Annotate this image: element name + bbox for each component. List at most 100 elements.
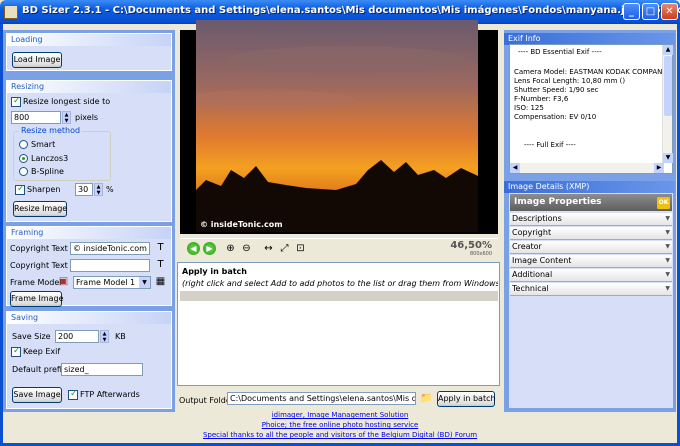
method-lanczos3-label: Lanczos3 — [31, 154, 69, 163]
keep-exif-checkbox[interactable] — [11, 346, 21, 357]
ftp-checkbox[interactable] — [68, 389, 78, 400]
maximize-button[interactable]: □ — [642, 3, 659, 20]
sunset-photo — [196, 20, 478, 232]
xmp-row-label: Additional — [512, 270, 553, 279]
exif-line: ISO: 125 — [514, 104, 544, 112]
zoom-level: 46,50% — [450, 240, 492, 251]
load-image-button[interactable]: Load Image — [12, 52, 62, 68]
resize-longest-label: Resize longest side to — [23, 97, 111, 106]
xmp-row-descriptions[interactable]: Descriptions ▼ — [510, 213, 672, 226]
xmp-row-label: Image Content — [512, 256, 572, 265]
image-dimensions: 800x600 — [469, 251, 492, 257]
resize-image-button[interactable]: Resize Image — [13, 201, 67, 217]
scroll-down-icon[interactable]: ▼ — [663, 153, 673, 163]
actual-size-icon[interactable]: ⊡ — [294, 242, 307, 255]
resize-method-legend: Resize method — [19, 126, 83, 135]
output-folder-input[interactable]: C:\Documents and Settings\elena.santos\M… — [227, 392, 416, 405]
thanks-link[interactable]: Special thanks to all the people and vis… — [180, 430, 500, 440]
method-lanczos3-radio[interactable] — [19, 154, 28, 163]
sharpen-checkbox[interactable] — [15, 184, 25, 195]
method-bspline-label: B-Spline — [31, 167, 64, 176]
sharpen-stepper[interactable]: ▲ ▼ — [94, 183, 103, 196]
next-icon[interactable]: ▶ — [203, 242, 216, 255]
xmp-row-label: Descriptions — [512, 214, 562, 223]
xmp-row-additional[interactable]: Additional ▼ — [510, 269, 672, 282]
previous-icon[interactable]: ◀ — [187, 242, 200, 255]
ftp-label: FTP Afterwards — [80, 390, 140, 399]
frame-model-select[interactable]: Frame Model 1 ▼ — [73, 276, 151, 289]
exif-line: ---- Full Exif ---- — [524, 141, 576, 149]
frame-image-button[interactable]: Frame Image — [10, 291, 64, 307]
color-picker-icon[interactable]: ▦ — [155, 276, 166, 287]
image-properties-label: Image Properties — [514, 197, 602, 207]
xmp-header: Image Details (XMP) — [504, 181, 675, 193]
scroll-right-icon[interactable]: ▶ — [654, 163, 664, 173]
exif-info-box[interactable]: ---- BD Essential Exif ---- Camera Model… — [509, 44, 673, 174]
minimize-button[interactable]: _ — [623, 3, 640, 20]
resize-longest-checkbox[interactable] — [11, 96, 21, 107]
prefix-input[interactable]: sized_ — [61, 363, 143, 376]
scroll-thumb[interactable] — [664, 56, 672, 116]
chevron-down-icon: ▼ — [139, 277, 150, 288]
chevron-down-icon: ▼ — [665, 215, 670, 222]
exif-line: F-Number: F3,6 — [514, 95, 569, 103]
preview-toolbar: ◀ ▶ ⊕ ⊖ ↔ ⤢ ⊡ 46,50% 800x600 — [180, 238, 498, 258]
batch-list[interactable]: Apply in batch (right click and select A… — [177, 262, 500, 386]
method-bspline-radio[interactable] — [19, 167, 28, 176]
xmp-row-label: Copyright — [512, 228, 552, 237]
xmp-row-technical[interactable]: Technical ▼ — [510, 283, 672, 296]
fit-width-icon[interactable]: ↔ — [262, 242, 275, 255]
method-smart-label: Smart — [31, 140, 56, 149]
footer-links: idimager, Image Management Solution Phoi… — [180, 410, 500, 440]
ok-badge[interactable]: OK — [657, 197, 670, 209]
xmp-row-copyright[interactable]: Copyright ▼ — [510, 227, 672, 240]
batch-title: Apply in batch — [182, 267, 247, 276]
resizing-group: Resizing Resize longest side to 800 ▲▼ p… — [6, 80, 172, 222]
xmp-row-creator[interactable]: Creator ▼ — [510, 241, 672, 254]
phoice-link[interactable]: Phoice; the free online photo hosting se… — [180, 420, 500, 430]
batch-hint: (right click and select Add to add photo… — [182, 279, 498, 288]
chevron-down-icon: ▼ — [665, 229, 670, 236]
exif-vertical-scrollbar[interactable]: ▲ ▼ — [662, 45, 673, 163]
text-tool-2-icon[interactable]: T — [155, 259, 166, 270]
save-image-button[interactable]: Save Image — [12, 387, 62, 403]
framing-header: Framing — [7, 227, 171, 239]
scroll-up-icon[interactable]: ▲ — [663, 45, 673, 55]
exif-line: Shutter Speed: 1/90 sec — [514, 86, 599, 94]
loading-group: Loading Load Image — [6, 33, 172, 71]
sharpen-label: Sharpen — [27, 185, 61, 194]
save-size-input[interactable]: 200 — [55, 330, 99, 343]
copyright2-input[interactable] — [70, 259, 150, 272]
scroll-left-icon[interactable]: ◀ — [510, 163, 520, 173]
batch-list-header — [180, 291, 498, 301]
sharpen-unit: % — [106, 185, 114, 194]
framing-group: Framing Copyright Text © insideTonic.com… — [6, 226, 172, 307]
folder-icon[interactable]: 📁 — [420, 393, 432, 404]
fit-page-icon[interactable]: ⤢ — [278, 242, 291, 255]
sharpen-input[interactable]: 30 — [75, 183, 93, 196]
image-properties-title: Image Properties OK — [510, 194, 672, 211]
method-smart-radio[interactable] — [19, 140, 28, 149]
zoom-in-icon[interactable]: ⊕ — [224, 242, 237, 255]
frame-icon[interactable]: ▣ — [58, 276, 69, 287]
copyright-input[interactable]: © insideTonic.com — [70, 242, 150, 255]
save-size-stepper[interactable]: ▲ ▼ — [100, 330, 109, 343]
chevron-down-icon: ▼ — [665, 257, 670, 264]
apply-in-batch-button[interactable]: Apply in batch — [437, 391, 496, 407]
close-button[interactable]: ✕ — [661, 3, 678, 20]
zoom-out-icon[interactable]: ⊖ — [240, 242, 253, 255]
zoom-readout: 46,50% 800x600 — [450, 240, 492, 257]
size-input[interactable]: 800 — [11, 111, 61, 124]
exif-horizontal-scrollbar[interactable]: ◀ ▶ — [510, 163, 664, 173]
prefix-label: Default prefix — [12, 365, 67, 374]
exif-line: Compensation: EV 0/10 — [514, 113, 597, 121]
window-title: BD Sizer 2.3.1 - C:\Documents and Settin… — [22, 5, 680, 16]
save-size-label: Save Size — [12, 332, 51, 341]
left-task-pane: Loading Load Image Resizing Resize longe… — [3, 30, 175, 412]
xmp-row-image-content[interactable]: Image Content ▼ — [510, 255, 672, 268]
text-tool-icon[interactable]: T — [155, 242, 166, 253]
image-preview[interactable]: © insideTonic.com — [196, 20, 478, 232]
copyright2-label: Copyright Text 2 — [10, 261, 76, 270]
size-stepper[interactable]: ▲ ▼ — [62, 111, 71, 124]
idimager-link[interactable]: idimager, Image Management Solution — [180, 410, 500, 420]
